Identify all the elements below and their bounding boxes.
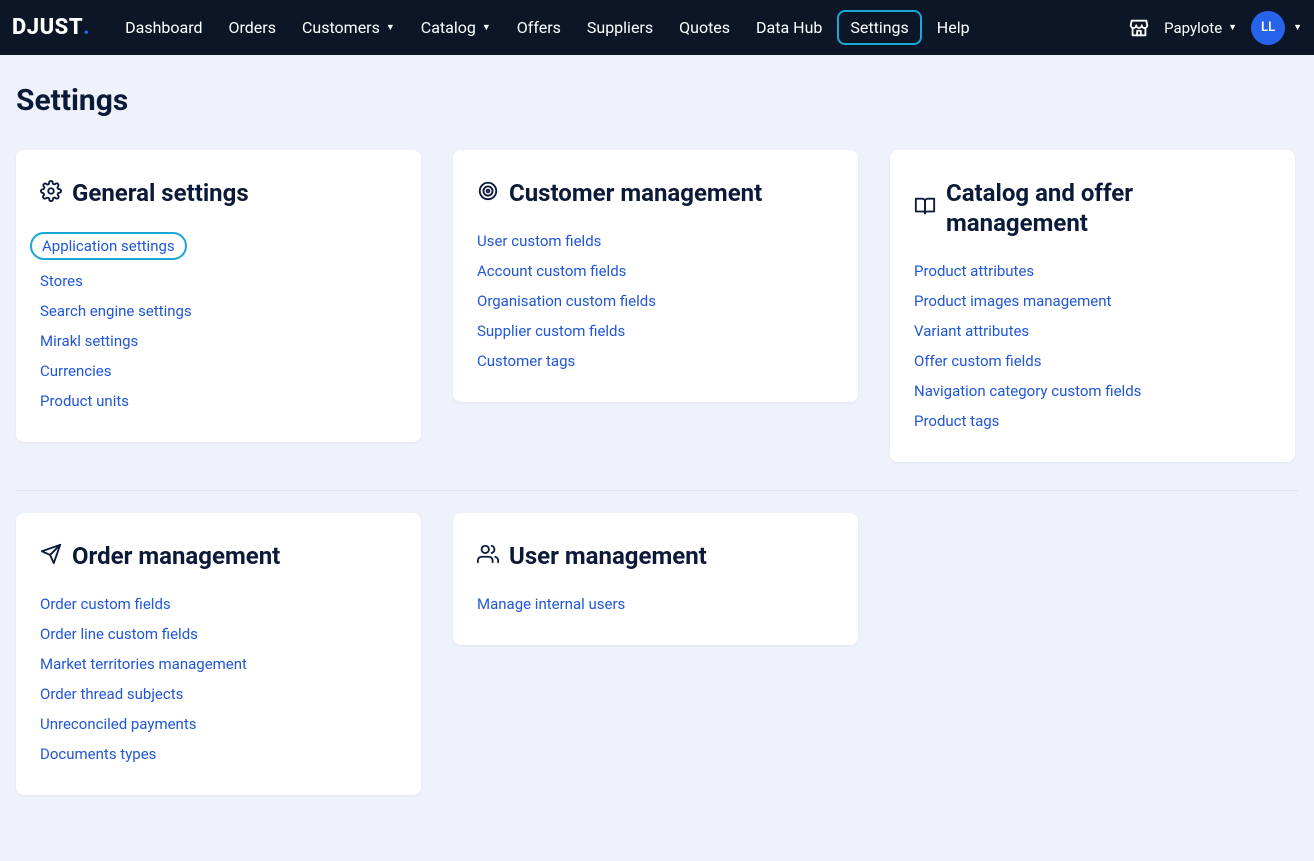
setting-link-manage-internal-users[interactable]: Manage internal users <box>477 595 625 613</box>
setting-link-product-images-management[interactable]: Product images management <box>914 292 1111 310</box>
nav-item-help[interactable]: Help <box>926 12 981 43</box>
setting-link-supplier-custom-fields[interactable]: Supplier custom fields <box>477 322 625 340</box>
card-row-1: General settings Application settingsSto… <box>16 150 1298 462</box>
setting-link-variant-attributes[interactable]: Variant attributes <box>914 322 1029 340</box>
card-header: General settings <box>40 178 397 208</box>
nav-item-offers[interactable]: Offers <box>506 12 572 43</box>
nav-item-label: Settings <box>850 18 908 37</box>
setting-link-documents-types[interactable]: Documents types <box>40 745 156 763</box>
setting-link-order-line-custom-fields[interactable]: Order line custom fields <box>40 625 198 643</box>
brand-dot: . <box>83 15 90 40</box>
nav-item-data-hub[interactable]: Data Hub <box>745 12 833 43</box>
card-catalog-management: Catalog and offer management Product att… <box>890 150 1295 462</box>
setting-link-account-custom-fields[interactable]: Account custom fields <box>477 262 626 280</box>
nav-item-quotes[interactable]: Quotes <box>668 12 741 43</box>
target-icon <box>477 180 499 206</box>
chevron-down-icon: ▼ <box>1228 22 1237 33</box>
nav-item-label: Offers <box>517 18 561 37</box>
chevron-down-icon: ▼ <box>386 22 395 33</box>
setting-link-product-attributes[interactable]: Product attributes <box>914 262 1034 280</box>
top-nav: DJUST. Dashboard Orders Customers ▼ Catalog ▼… <box>0 0 1314 55</box>
setting-link-order-thread-subjects[interactable]: Order thread subjects <box>40 685 183 703</box>
avatar-initials: LL <box>1261 20 1275 35</box>
setting-link-application-settings[interactable]: Application settings <box>30 232 187 260</box>
store-icon[interactable] <box>1128 17 1150 39</box>
nav-item-label: Customers <box>302 18 380 37</box>
card-order-management: Order management Order custom fieldsOrde… <box>16 513 421 795</box>
setting-link-market-territories-management[interactable]: Market territories management <box>40 655 247 673</box>
chevron-down-icon: ▼ <box>1293 22 1302 33</box>
nav-item-label: Catalog <box>421 18 476 37</box>
card-header: User management <box>477 541 834 571</box>
book-icon <box>914 195 936 221</box>
setting-link-stores[interactable]: Stores <box>40 272 83 290</box>
link-list-usermgmt: Manage internal users <box>477 595 834 613</box>
nav-item-label: Orders <box>229 18 276 37</box>
nav-item-label: Dashboard <box>125 18 202 37</box>
nav-right: Papylote ▼ LL ▼ <box>1128 11 1302 45</box>
nav-item-customers[interactable]: Customers ▼ <box>291 12 406 43</box>
link-list-general: Application settingsStoresSearch engine … <box>40 232 397 410</box>
card-header: Catalog and offer management <box>914 178 1271 238</box>
card-title: Catalog and offer management <box>946 178 1271 238</box>
brand-text: DJUST <box>12 15 83 40</box>
card-title: Order management <box>72 541 280 571</box>
org-selector[interactable]: Papylote ▼ <box>1164 19 1237 37</box>
setting-link-product-units[interactable]: Product units <box>40 392 129 410</box>
setting-link-unreconciled-payments[interactable]: Unreconciled payments <box>40 715 197 733</box>
card-row-2: Order management Order custom fieldsOrde… <box>16 513 1298 795</box>
setting-link-product-tags[interactable]: Product tags <box>914 412 999 430</box>
avatar: LL <box>1251 11 1285 45</box>
setting-link-user-custom-fields[interactable]: User custom fields <box>477 232 601 250</box>
setting-link-order-custom-fields[interactable]: Order custom fields <box>40 595 171 613</box>
section-divider <box>16 490 1298 491</box>
nav-item-catalog[interactable]: Catalog ▼ <box>410 12 502 43</box>
link-list-customer: User custom fields Account custom fields O… <box>477 232 834 370</box>
setting-link-customer-tags[interactable]: Customer tags <box>477 352 575 370</box>
brand-logo: DJUST. <box>12 15 90 40</box>
setting-link-currencies[interactable]: Currencies <box>40 362 112 380</box>
nav-item-suppliers[interactable]: Suppliers <box>576 12 664 43</box>
nav-item-settings[interactable]: Settings <box>837 10 921 45</box>
nav-item-label: Data Hub <box>756 18 822 37</box>
chevron-down-icon: ▼ <box>482 22 491 33</box>
nav-item-label: Help <box>937 18 970 37</box>
page-body: Settings General settings Application se… <box>0 55 1314 839</box>
setting-link-organisation-custom-fields[interactable]: Organisation custom fields <box>477 292 656 310</box>
setting-link-offer-custom-fields[interactable]: Offer custom fields <box>914 352 1042 370</box>
setting-link-navigation-category-custom-fields[interactable]: Navigation category custom fields <box>914 382 1141 400</box>
card-user-management: User management Manage internal users <box>453 513 858 645</box>
nav-item-dashboard[interactable]: Dashboard <box>114 12 213 43</box>
nav-item-label: Quotes <box>679 18 730 37</box>
setting-link-mirakl-settings[interactable]: Mirakl settings <box>40 332 138 350</box>
card-title: User management <box>509 541 707 571</box>
page-title: Settings <box>16 83 1298 118</box>
card-title: Customer management <box>509 178 762 208</box>
nav-items: Dashboard Orders Customers ▼ Catalog ▼ Offers S… <box>114 10 1128 45</box>
gear-icon <box>40 180 62 206</box>
card-general-settings: General settings Application settingsSto… <box>16 150 421 442</box>
users-icon <box>477 543 499 569</box>
card-title: General settings <box>72 178 249 208</box>
send-icon <box>40 543 62 569</box>
user-menu[interactable]: LL ▼ <box>1251 11 1302 45</box>
setting-link-search-engine-settings[interactable]: Search engine settings <box>40 302 192 320</box>
link-list-order: Order custom fields Order line custom fie… <box>40 595 397 763</box>
nav-item-label: Suppliers <box>587 18 653 37</box>
card-customer-management: Customer management User custom fields Ac… <box>453 150 858 402</box>
link-list-catalog: Product attributes Product images managem… <box>914 262 1271 430</box>
card-header: Order management <box>40 541 397 571</box>
card-header: Customer management <box>477 178 834 208</box>
org-name: Papylote <box>1164 19 1222 37</box>
nav-item-orders[interactable]: Orders <box>218 12 287 43</box>
